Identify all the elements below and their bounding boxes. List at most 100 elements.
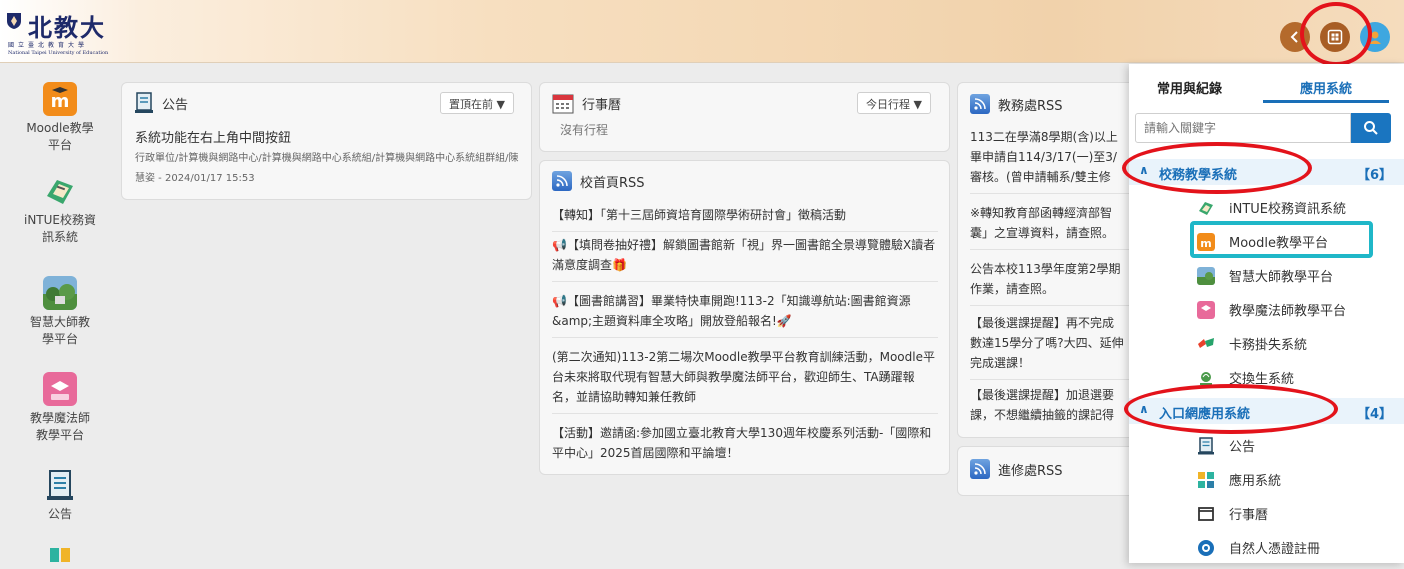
app-item-announcement[interactable]: 公告: [1197, 436, 1255, 455]
card-title: 教務處RSS: [998, 98, 1063, 114]
announcement-icon: [43, 468, 77, 502]
apps-icon: [50, 548, 70, 562]
exchange-icon: [1200, 371, 1212, 385]
extension-rss-card: 進修處RSS: [957, 446, 1147, 496]
sidebar-item-label: Moodle教學 平台: [26, 121, 94, 152]
intue-icon: [43, 174, 77, 208]
announcement-item-title[interactable]: 系統功能在右上角中間按鈕: [135, 127, 291, 146]
rss-item[interactable]: (第二次通知)113-2第二場次Moodle教學平台教育訓練活動，Moodle平…: [552, 347, 938, 414]
sidebar-item-announcement[interactable]: 公告: [0, 468, 120, 523]
app-item-calendar[interactable]: 行事曆: [1197, 504, 1268, 523]
app-item-apps[interactable]: 應用系統: [1197, 470, 1281, 489]
card-title: 行事曆: [582, 97, 622, 113]
sort-dropdown[interactable]: 置頂在前 ▼: [440, 92, 514, 114]
app-item-label: 自然人憑證註冊: [1229, 542, 1321, 557]
rss-item[interactable]: 📢【填問卷抽好禮】解鎖圖書館新「視」界一圖書館全景導覽體驗X讀者滿意度調查🎁: [552, 235, 938, 282]
academic-rss-card: 教務處RSS 113二在學滿8學期(含)以上 畢申請自114/3/17(一)至3…: [957, 82, 1147, 438]
header-bar: 北教大 國立臺北教育大學 National Taipei University …: [0, 0, 1404, 63]
app-item-teaching-magic[interactable]: 教學魔法師教學平台: [1197, 300, 1346, 319]
logo-subtitle: 國立臺北教育大學: [8, 42, 89, 49]
app-item-label: 教學魔法師教學平台: [1229, 304, 1347, 319]
card-title: 校首頁RSS: [580, 175, 645, 191]
rss-item[interactable]: 📢【圖書館講習】畢業特快車開跑!113-2「知識導航站:圖書館資源&amp;主題…: [552, 291, 938, 338]
rss-item[interactable]: 【活動】邀請函:參加國立臺北教育大學130週年校慶系列活動-「國際和平中心」20…: [552, 423, 938, 469]
sidebar-item-smart-master[interactable]: 智慧大師教 學平台: [0, 276, 120, 348]
app-item-label: 應用系統: [1229, 474, 1282, 489]
search-input[interactable]: [1135, 113, 1351, 143]
app-item-label: 交換生系統: [1229, 372, 1295, 387]
rss-icon: [552, 171, 572, 191]
chevron-up-icon: ∧: [1139, 163, 1149, 177]
apps-grid-icon: [1327, 29, 1343, 45]
rss-icon: [970, 94, 990, 114]
smart-master-icon: [43, 276, 77, 310]
app-item-moodle[interactable]: m Moodle教學平台: [1197, 232, 1328, 251]
svg-text:m: m: [1200, 237, 1211, 250]
group-count: 【6】: [1356, 168, 1392, 183]
sidebar-item-label: 公告: [47, 507, 72, 521]
group-label: 入口網應用系統: [1159, 407, 1251, 422]
user-icon: [1369, 31, 1381, 44]
panel-tabs: 常用與紀錄 應用系統: [1129, 64, 1404, 104]
caret-down-icon: ▼: [913, 98, 922, 111]
sidebar-item-moodle[interactable]: m Moodle教學 平台: [0, 82, 120, 154]
group-label: 校務教學系統: [1159, 168, 1238, 183]
active-tab-indicator: [1263, 100, 1389, 103]
app-item-smart-master[interactable]: 智慧大師教學平台: [1197, 266, 1333, 285]
rss-item[interactable]: 【轉知】「第十三屆師資培育國際學術研討會」徵稿活動: [552, 205, 938, 232]
group-campus-teaching[interactable]: ∧ 校務教學系統 【6】: [1129, 159, 1404, 185]
apps-button[interactable]: [1320, 22, 1350, 52]
svg-text:m: m: [51, 91, 70, 112]
logo-title: 北教大: [28, 13, 106, 42]
schedule-dropdown[interactable]: 今日行程 ▼: [857, 92, 931, 114]
app-item-label: 公告: [1229, 440, 1256, 455]
moodle-icon: m: [1197, 232, 1215, 251]
moodle-icon: m: [43, 82, 77, 116]
tab-frequent[interactable]: 常用與紀錄: [1157, 78, 1222, 97]
calendar-icon: [552, 94, 574, 114]
app-item-intue[interactable]: iNTUE校務資訊系統: [1197, 198, 1346, 217]
search-icon: [1364, 121, 1378, 135]
university-logo[interactable]: 北教大 國立臺北教育大學 National Taipei University …: [6, 10, 136, 58]
calendar-icon: [1198, 506, 1214, 521]
rss-item[interactable]: 【最後選課提醒】加退選要 課，不想繼續抽籤的課記得: [970, 385, 1130, 431]
app-item-label: Moodle教學平台: [1229, 236, 1328, 251]
sort-dropdown-label: 置頂在前: [449, 98, 493, 111]
app-item-label: 行事曆: [1229, 508, 1269, 523]
card-title: 公告: [162, 97, 189, 113]
app-item-card-loss[interactable]: 卡務掛失系統: [1197, 334, 1307, 353]
group-portal-apps[interactable]: ∧ 入口網應用系統 【4】: [1129, 398, 1404, 424]
app-item-label: iNTUE校務資訊系統: [1229, 202, 1347, 217]
sidebar-item-teaching-magic[interactable]: 教學魔法師 教學平台: [0, 372, 120, 444]
announcement-item-meta: 行政單位/計算機與網路中心/計算機與網路中心系統組/計算機與網路中心系統組群組/…: [135, 153, 519, 184]
back-button[interactable]: [1280, 22, 1310, 52]
user-avatar-button[interactable]: [1360, 22, 1390, 52]
rss-item[interactable]: 113二在學滿8學期(含)以上 畢申請自114/3/17(一)至3/ 審核。(曾…: [970, 127, 1130, 194]
app-item-exchange[interactable]: 交換生系統: [1197, 368, 1294, 387]
chevron-up-icon: ∧: [1139, 402, 1149, 416]
smart-master-icon: [1197, 266, 1215, 285]
card-title: 進修處RSS: [998, 463, 1063, 479]
group-count: 【4】: [1356, 407, 1392, 422]
schedule-dropdown-label: 今日行程: [866, 98, 910, 111]
back-arrow-icon: [1290, 31, 1298, 43]
rss-item[interactable]: 公告本校113學年度第2學期 作業，請查照。: [970, 259, 1130, 306]
sidebar-item-apps-partial[interactable]: [0, 544, 120, 569]
teaching-magic-icon: [1197, 300, 1215, 319]
apps-dropdown-panel: 常用與紀錄 應用系統 ∧ 校務教學系統 【6】 iNTUE校務資訊系統 m Mo…: [1129, 64, 1404, 563]
apps-icon: [1198, 471, 1214, 488]
logo-english: National Taipei University of Education: [8, 50, 109, 56]
calendar-card: 行事曆 今日行程 ▼ 沒有行程: [539, 82, 950, 152]
sidebar-item-label: 智慧大師教 學平台: [29, 315, 90, 346]
app-item-label: 智慧大師教學平台: [1229, 270, 1334, 285]
rss-icon: [970, 459, 990, 479]
search-button[interactable]: [1351, 113, 1391, 143]
shield-icon: [7, 13, 21, 29]
sidebar-item-intue[interactable]: iNTUE校務資 訊系統: [0, 174, 120, 246]
rss-item[interactable]: ※轉知教育部函轉經濟部智 囊」之宣導資料，請查照。: [970, 203, 1130, 250]
rss-item[interactable]: 【最後選課提醒】再不完成 數達15學分了嗎?大四、延伸 完成選課！: [970, 313, 1130, 380]
tab-apps[interactable]: 應用系統: [1300, 78, 1352, 97]
card-icon: [1198, 337, 1214, 348]
app-item-certificate[interactable]: 自然人憑證註冊: [1197, 538, 1320, 557]
certificate-icon: [1198, 539, 1214, 556]
